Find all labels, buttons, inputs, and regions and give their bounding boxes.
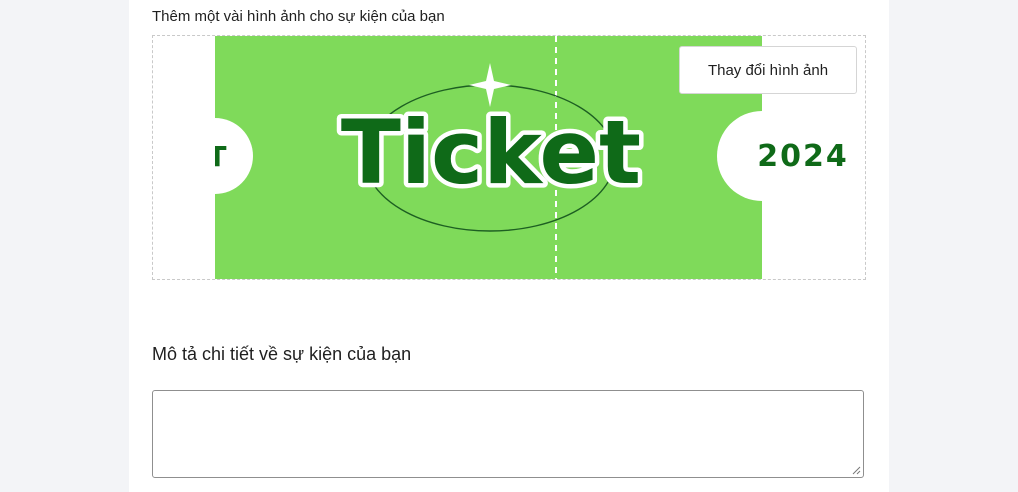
description-textarea[interactable]: [152, 390, 864, 478]
ticket-right-text: 2024: [757, 139, 849, 174]
change-image-button[interactable]: Thay đổi hình ảnh: [679, 46, 857, 94]
resize-grip-icon[interactable]: [852, 466, 861, 475]
image-upload-area[interactable]: Ticket TT 2024 Thay đổi hình ảnh: [152, 35, 866, 280]
images-section-label: Thêm một vài hình ảnh cho sự kiện của bạ…: [152, 8, 445, 25]
ticket-left-text: TT: [215, 140, 228, 173]
ticket-main-text: Ticket: [341, 101, 641, 204]
description-section-label: Mô tả chi tiết về sự kiện của bạn: [152, 344, 412, 364]
